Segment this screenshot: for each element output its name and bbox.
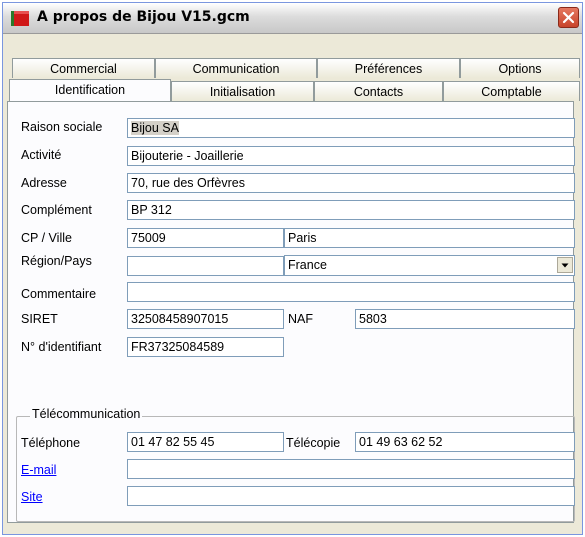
email-link[interactable]: E-mail: [21, 463, 56, 477]
tab-contacts[interactable]: Contacts: [314, 81, 443, 101]
cp-ville-label: CP / Ville: [21, 231, 72, 245]
app-icon: [11, 11, 29, 26]
activite-label: Activité: [21, 148, 62, 162]
region-pays-label: Région/Pays: [21, 254, 92, 268]
window-title: A propos de Bijou V15.gcm: [37, 9, 250, 25]
telephone-label: Téléphone: [21, 436, 81, 450]
adresse-field[interactable]: 70, rue des Orfèvres: [127, 173, 575, 193]
complement-field[interactable]: BP 312: [127, 200, 575, 220]
pays-dropdown-button[interactable]: [557, 257, 573, 273]
siret-label: SIRET: [21, 312, 58, 326]
commentaire-field[interactable]: [127, 282, 575, 302]
telecopie-label: Télécopie: [286, 436, 341, 450]
naf-label: NAF: [288, 312, 313, 326]
chevron-down-icon: [561, 263, 569, 268]
tab-preferences[interactable]: Préférences: [317, 58, 460, 78]
close-icon: [562, 11, 575, 24]
raison-sociale-value: Bijou SA: [131, 121, 179, 135]
raison-sociale-field[interactable]: Bijou SA: [127, 118, 575, 138]
site-field[interactable]: [127, 486, 575, 506]
telecopie-field[interactable]: 01 49 63 62 52: [355, 432, 575, 452]
adresse-label: Adresse: [21, 176, 67, 190]
naf-field[interactable]: 5803: [355, 309, 575, 329]
title-bar[interactable]: A propos de Bijou V15.gcm: [3, 3, 582, 34]
telephone-field[interactable]: 01 47 82 55 45: [127, 432, 284, 452]
email-field[interactable]: [127, 459, 575, 479]
pays-select[interactable]: France: [284, 255, 575, 276]
commentaire-label: Commentaire: [21, 287, 97, 301]
identifiant-label: N° d'identifiant: [21, 340, 102, 354]
telecom-group-title: Télécommunication: [30, 407, 143, 421]
tab-comptable[interactable]: Comptable: [443, 81, 580, 101]
pays-value: France: [288, 258, 327, 272]
activite-field[interactable]: Bijouterie - Joaillerie: [127, 146, 575, 166]
tab-communication[interactable]: Communication: [155, 58, 317, 78]
siret-field[interactable]: 32508458907015: [127, 309, 284, 329]
raison-sociale-label: Raison sociale: [21, 120, 103, 134]
tab-commercial[interactable]: Commercial: [12, 58, 155, 78]
tab-identification[interactable]: Identification: [9, 79, 171, 101]
region-field[interactable]: [127, 256, 284, 276]
close-button[interactable]: [558, 7, 579, 28]
identifiant-field[interactable]: FR37325084589: [127, 337, 284, 357]
cp-field[interactable]: 75009: [127, 228, 284, 248]
ville-field[interactable]: Paris: [284, 228, 575, 248]
site-link[interactable]: Site: [21, 490, 43, 504]
complement-label: Complément: [21, 203, 92, 217]
tab-initialisation[interactable]: Initialisation: [171, 81, 314, 101]
tab-options[interactable]: Options: [460, 58, 580, 78]
